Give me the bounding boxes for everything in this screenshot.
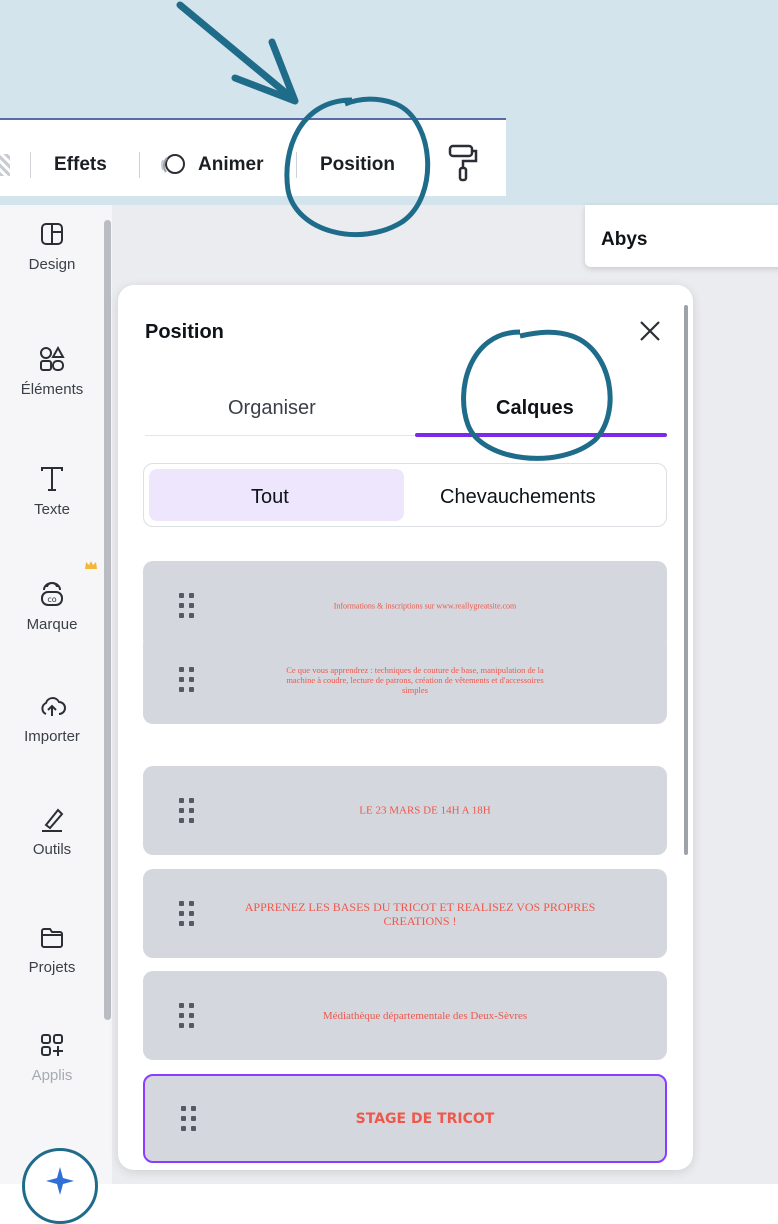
annotation-circle-position (284, 96, 431, 238)
annotation-arrow (176, 1, 299, 105)
annotation-circle-calques (461, 329, 613, 461)
annotation-overlay (176, 1, 613, 461)
